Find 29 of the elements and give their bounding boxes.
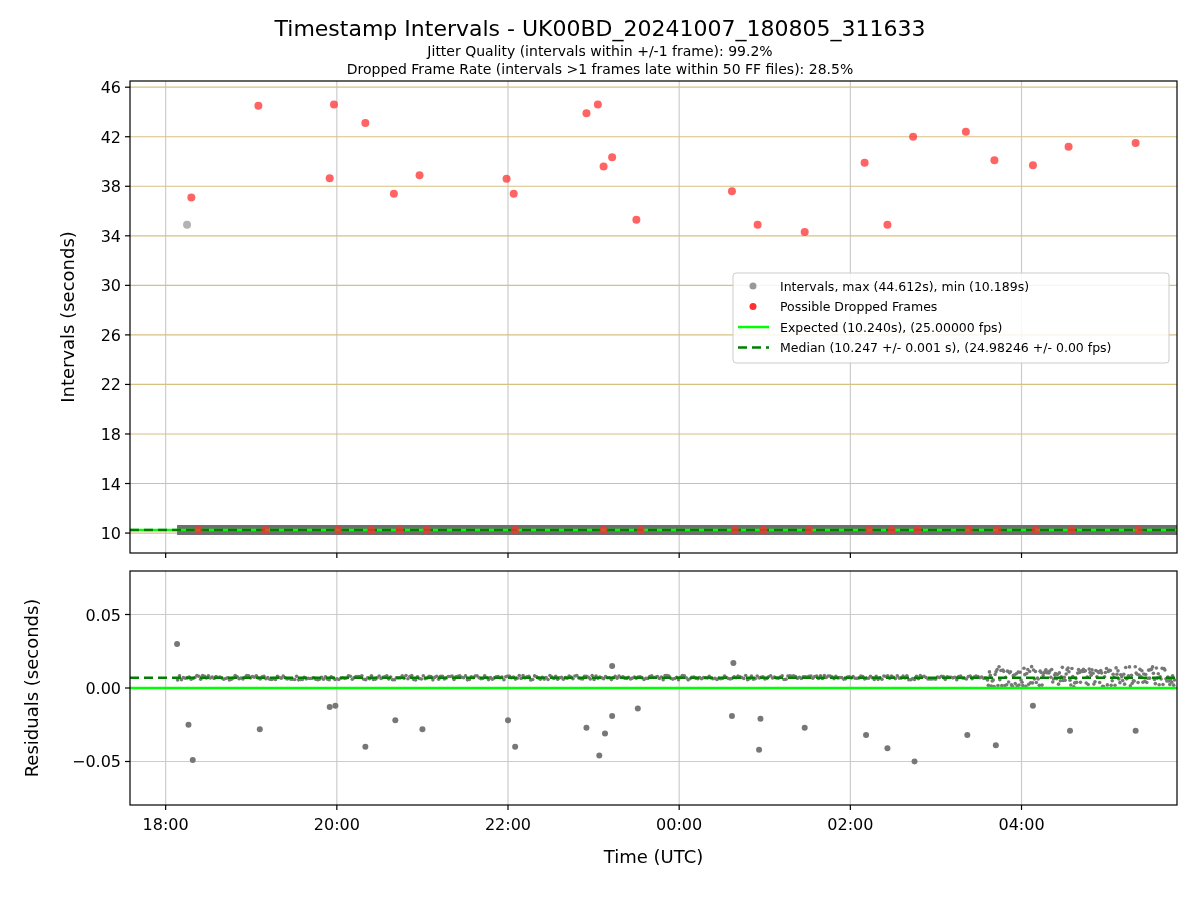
y-tick-label: 34: [100, 226, 121, 246]
y-tick-label: 18: [100, 425, 121, 444]
chart-title: Timestamp Intervals - UK00BD_20241007_180805_311633: [274, 16, 926, 42]
x-tick-label: 20:00: [313, 815, 360, 834]
y-tick-label: 30: [100, 276, 121, 296]
y-tick-label: 46: [100, 78, 121, 98]
legend-label: Possible Dropped Frames: [780, 299, 938, 314]
y-tick-label: 0.00: [85, 679, 121, 698]
chart-subtitle: Jitter Quality (intervals within +/-1 frame): 99.2%: [427, 42, 773, 60]
y-tick-label: −0.05: [71, 752, 121, 772]
x-tick-label: 00:00: [656, 815, 703, 834]
legend-label: Intervals, max (44.612s), min (10.189s): [780, 278, 1030, 294]
y-tick-label: 0.05: [85, 605, 121, 625]
x-axis-label: Time (UTC): [603, 846, 704, 867]
x-tick-label: 04:00: [998, 815, 1045, 834]
x-tick-label: 02:00: [827, 815, 874, 834]
chart-subtitle: Dropped Frame Rate (intervals >1 frames late within 50 FF files): 28.5%: [346, 60, 854, 78]
x-tick-label: 18:00: [142, 815, 189, 834]
y-axis-label: Residuals (seconds): [21, 598, 42, 778]
y-tick-label: 22: [100, 375, 121, 395]
y-tick-label: 14: [100, 474, 121, 494]
y-tick-label: 38: [100, 177, 121, 197]
legend-label: Median (10.247 +/- 0.001 s), (24.98246 +/- 0.00 fps): [780, 340, 1112, 355]
y-axis-label: Intervals (seconds): [57, 231, 78, 403]
y-tick-label: 10: [100, 524, 121, 544]
legend-label: Expected (10.240s), (25.00000 fps): [780, 319, 1003, 335]
x-tick-label: 22:00: [484, 815, 532, 834]
y-tick-label: 42: [100, 127, 121, 147]
y-tick-label: 26: [100, 325, 121, 345]
